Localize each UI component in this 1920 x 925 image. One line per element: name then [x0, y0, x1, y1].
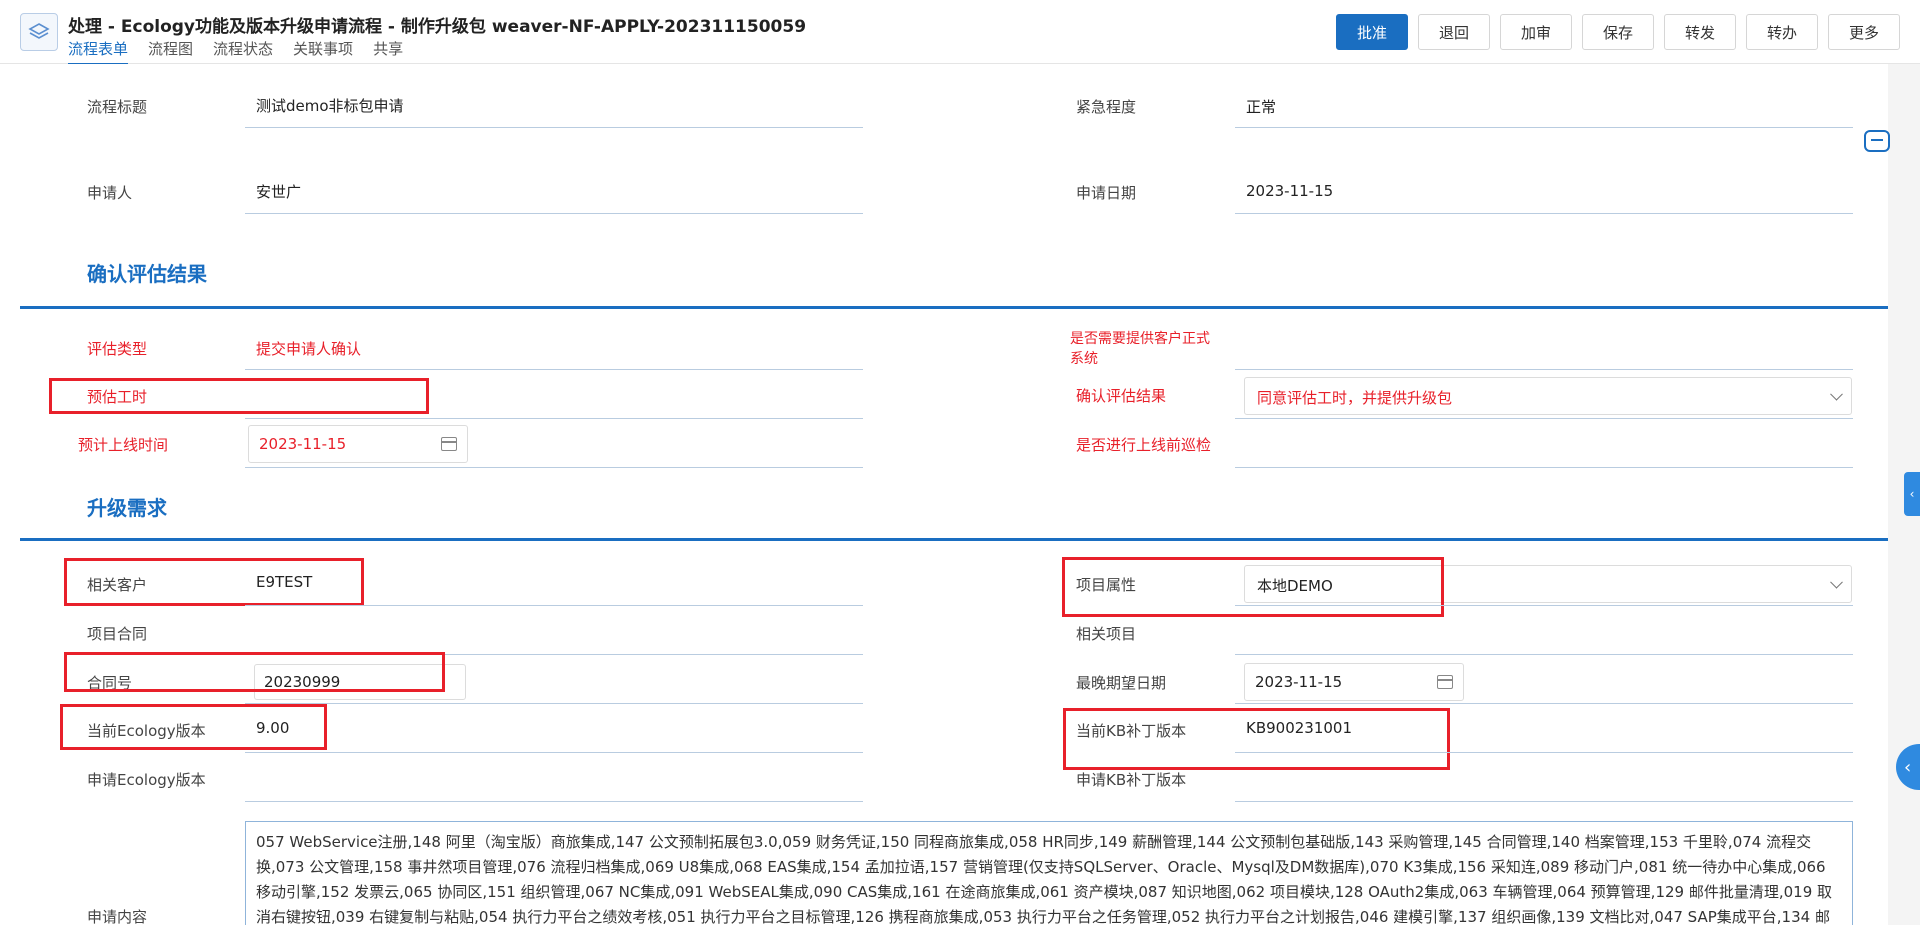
urgency-value: 正常 — [1246, 98, 1277, 116]
calendar-icon[interactable] — [1437, 675, 1453, 689]
page-title: 处理 - Ecology功能及版本升级申请流程 - 制作升级包 weaver-N… — [68, 17, 807, 37]
underline — [245, 467, 863, 468]
tab-form[interactable]: 流程表单 — [68, 38, 129, 65]
underline — [245, 752, 863, 753]
highlight-box — [64, 652, 445, 692]
provide-system-label-cont: 系统 — [1070, 351, 1098, 367]
page-header: 处理 - Ecology功能及版本升级申请流程 - 制作升级包 weaver-N… — [0, 0, 1920, 65]
underline — [1235, 703, 1853, 704]
eval-type-label: 评估类型 — [87, 340, 148, 358]
section-title-confirm: 确认评估结果 — [87, 262, 207, 286]
underline — [1235, 213, 1853, 214]
process-title-label: 流程标题 — [87, 98, 148, 116]
highlight-box — [49, 378, 429, 414]
precheck-label: 是否进行上线前巡检 — [1076, 436, 1212, 454]
highlight-box — [64, 558, 364, 606]
latest-date-input[interactable]: 2023-11-15 — [1244, 663, 1464, 701]
underline — [245, 127, 863, 128]
underline — [1235, 752, 1853, 753]
apply-version-label: 申请Ecology版本 — [87, 771, 206, 789]
app-logo-icon — [20, 13, 58, 51]
calendar-icon[interactable] — [441, 437, 457, 451]
highlight-box — [1062, 557, 1444, 617]
chevron-down-icon — [1830, 575, 1843, 589]
underline — [245, 418, 863, 419]
underline — [245, 801, 863, 802]
applicant-label: 申请人 — [87, 184, 133, 202]
section-title-upgrade: 升级需求 — [87, 496, 167, 520]
action-buttons: 批准 退回 加审 保存 转发 转办 更多 — [1336, 14, 1900, 50]
underline — [1235, 605, 1853, 606]
provide-system-label: 是否需要提供客户正式 — [1070, 331, 1210, 347]
forward-button[interactable]: 转发 — [1664, 14, 1736, 50]
confirm-result-label: 确认评估结果 — [1076, 387, 1167, 405]
go-live-date-input[interactable]: 2023-11-15 — [248, 425, 468, 463]
highlight-box — [60, 704, 327, 750]
latest-date-value: 2023-11-15 — [1255, 673, 1343, 691]
save-button[interactable]: 保存 — [1582, 14, 1654, 50]
applicant-value: 安世广 — [256, 183, 302, 201]
tab-status[interactable]: 流程状态 — [213, 38, 273, 65]
transfer-button[interactable]: 转办 — [1746, 14, 1818, 50]
tab-flowchart[interactable]: 流程图 — [148, 38, 193, 65]
tab-share[interactable]: 共享 — [373, 38, 403, 65]
confirm-result-value: 同意评估工时，并提供升级包 — [1257, 389, 1453, 407]
apply-date-value: 2023-11-15 — [1246, 182, 1334, 200]
section-divider — [20, 538, 1888, 541]
go-live-label: 预计上线时间 — [78, 436, 169, 454]
side-panel-toggle[interactable]: ‹ — [1904, 472, 1920, 516]
go-live-value: 2023-11-15 — [259, 435, 347, 453]
eval-type-value: 提交申请人确认 — [256, 340, 362, 358]
urgency-label: 紧急程度 — [1076, 98, 1137, 116]
underline — [245, 369, 863, 370]
confirm-result-select[interactable]: 同意评估工时，并提供升级包 — [1244, 377, 1852, 415]
highlight-box — [1063, 708, 1450, 770]
add-review-button[interactable]: 加审 — [1500, 14, 1572, 50]
apply-content-textarea[interactable]: 057 WebService注册,148 阿里（淘宝版）商旅集成,147 公文预… — [245, 821, 1853, 925]
tab-related[interactable]: 关联事项 — [293, 38, 353, 65]
return-button[interactable]: 退回 — [1418, 14, 1490, 50]
chevron-down-icon — [1830, 387, 1843, 401]
related-project-label: 相关项目 — [1076, 625, 1137, 643]
approve-button[interactable]: 批准 — [1336, 14, 1408, 50]
apply-kb-label: 申请KB补丁版本 — [1076, 771, 1187, 789]
underline — [245, 605, 863, 606]
underline — [1235, 369, 1853, 370]
process-title-value: 测试demo非标包申请 — [256, 97, 404, 115]
underline — [1235, 127, 1853, 128]
apply-date-label: 申请日期 — [1076, 184, 1137, 202]
underline — [245, 703, 863, 704]
tab-bar: 流程表单 流程图 流程状态 关联事项 共享 — [68, 38, 423, 65]
latest-date-label: 最晚期望日期 — [1076, 674, 1167, 692]
contract-label: 项目合同 — [87, 625, 148, 643]
underline — [1235, 467, 1853, 468]
underline — [1235, 418, 1853, 419]
more-button[interactable]: 更多 — [1828, 14, 1900, 50]
underline — [1235, 801, 1853, 802]
underline — [245, 213, 863, 214]
section-divider — [20, 306, 1888, 309]
apply-content-label: 申请内容 — [87, 908, 148, 925]
underline — [1235, 654, 1853, 655]
workflow-form: 流程标题 测试demo非标包申请 紧急程度 正常 申请人 安世广 申请日期 20… — [20, 64, 1888, 925]
chat-icon[interactable] — [1864, 130, 1890, 152]
